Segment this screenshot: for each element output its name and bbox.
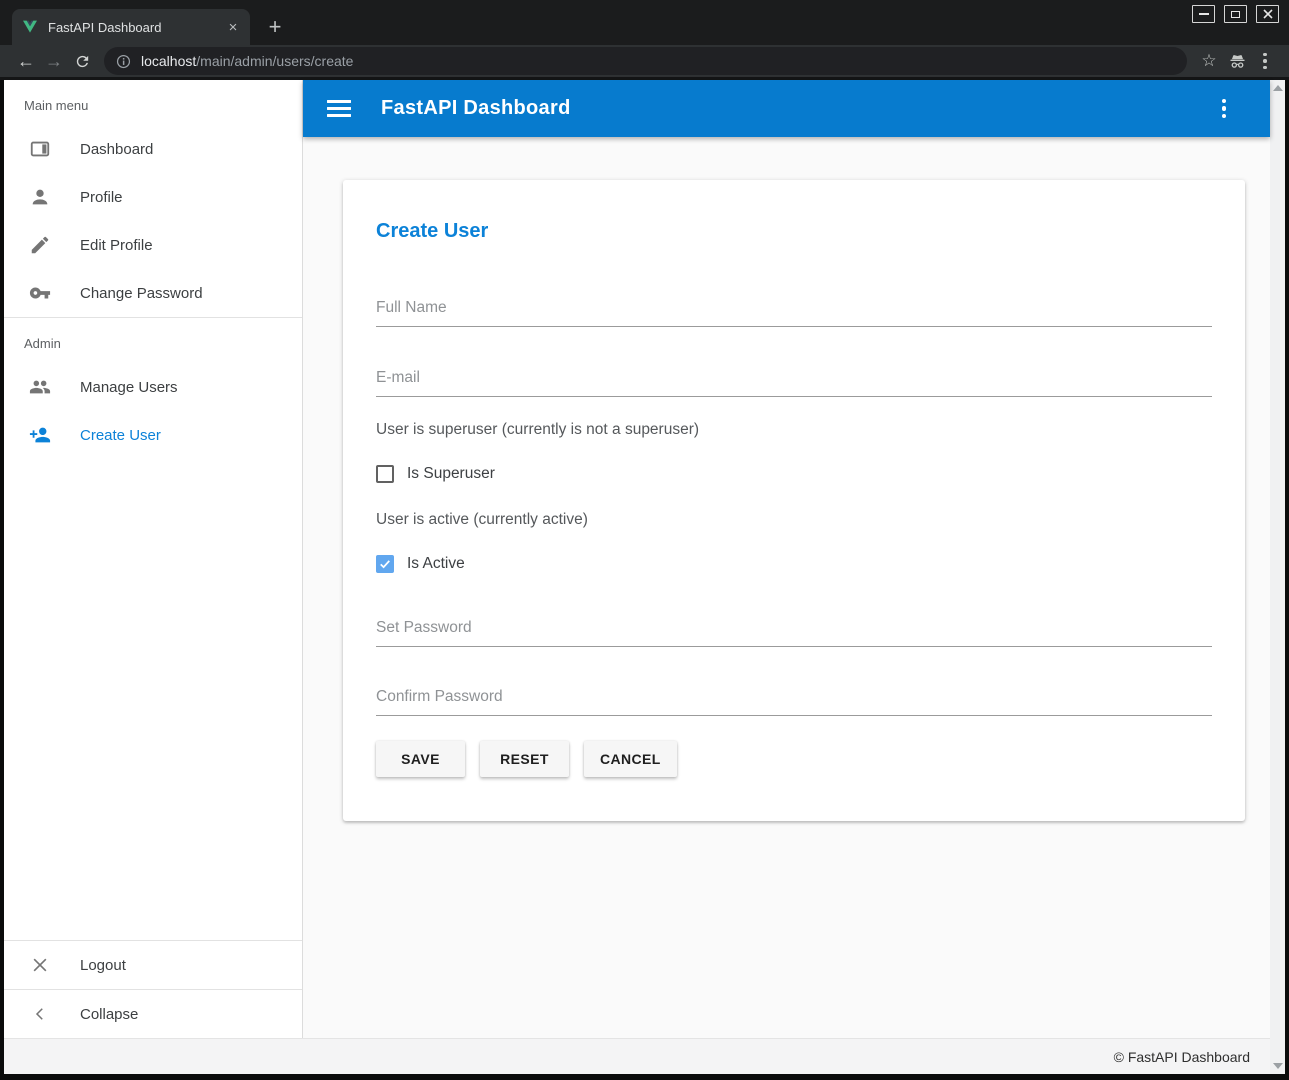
forward-button[interactable]: → (40, 47, 68, 75)
hamburger-menu-icon[interactable] (327, 100, 351, 117)
email-input[interactable] (376, 369, 1212, 397)
set-password-input[interactable] (376, 619, 1212, 647)
scroll-up-icon[interactable] (1273, 85, 1283, 91)
app-bar: FastAPI Dashboard (303, 80, 1270, 137)
email-field-wrap (376, 369, 1212, 397)
sidebar-item-label: Edit Profile (80, 237, 153, 254)
scroll-down-icon[interactable] (1273, 1063, 1283, 1069)
set-password-field-wrap (376, 619, 1212, 647)
copyright-text: © FastAPI Dashboard (1114, 1049, 1250, 1065)
tab-strip: FastAPI Dashboard × + (0, 0, 1289, 45)
bookmark-star-icon[interactable]: ☆ (1195, 47, 1223, 75)
key-icon (28, 282, 52, 304)
chevron-left-icon (28, 1005, 52, 1023)
cancel-button[interactable]: CANCEL (584, 741, 677, 777)
minimize-button[interactable] (1192, 5, 1215, 23)
is-superuser-label[interactable]: Is Superuser (407, 465, 495, 483)
main-area: FastAPI Dashboard Create User User is su… (303, 80, 1270, 1038)
sidebar-item-logout[interactable]: Logout (4, 941, 302, 989)
sidebar-item-collapse[interactable]: Collapse (4, 990, 302, 1038)
reload-button[interactable] (68, 47, 96, 75)
pencil-icon (28, 234, 52, 256)
active-checkbox-row: Is Active (376, 555, 1212, 573)
person-add-icon (28, 424, 52, 446)
superuser-hint: User is superuser (currently is not a su… (376, 421, 1212, 439)
kebab-icon (1263, 53, 1267, 70)
reset-button[interactable]: RESET (480, 741, 569, 777)
maximize-button[interactable] (1224, 5, 1247, 23)
sidebar-item-label: Change Password (80, 285, 203, 302)
superuser-checkbox-row: Is Superuser (376, 465, 1212, 483)
close-window-button[interactable] (1256, 5, 1279, 23)
browser-window: FastAPI Dashboard × + ← → (0, 0, 1289, 1080)
appbar-title: FastAPI Dashboard (381, 97, 571, 120)
reload-icon (74, 53, 91, 70)
close-icon (1263, 9, 1273, 19)
is-active-label[interactable]: Is Active (407, 555, 465, 573)
tab-close-icon[interactable]: × (224, 18, 242, 36)
save-button[interactable]: SAVE (376, 741, 465, 777)
page: Main menu Dashboard (4, 80, 1285, 1074)
sidebar: Main menu Dashboard (4, 80, 303, 1038)
window-controls (1192, 5, 1279, 23)
new-tab-button[interactable]: + (260, 12, 290, 42)
sidebar-item-manage-users[interactable]: Manage Users (4, 363, 302, 411)
tab-title: FastAPI Dashboard (48, 20, 224, 35)
browser-toolbar: ← → localhost/main/admin/users/create ☆ (0, 45, 1289, 80)
logout-x-icon (28, 955, 52, 975)
site-info-icon[interactable] (116, 54, 131, 69)
full-name-field-wrap (376, 299, 1212, 327)
back-button[interactable]: ← (12, 47, 40, 75)
form-buttons: SAVE RESET CANCEL (376, 741, 1212, 777)
person-icon (28, 186, 52, 208)
people-icon (28, 376, 52, 398)
vertical-scrollbar[interactable] (1270, 80, 1285, 1074)
dashboard-icon (28, 138, 52, 160)
checkmark-icon (378, 557, 392, 571)
browser-menu-button[interactable] (1251, 47, 1279, 75)
admin-section-label: Admin (4, 318, 302, 363)
vue-logo-icon (22, 19, 38, 35)
maximize-icon (1231, 11, 1240, 18)
content-area: Create User User is superuser (currently… (303, 137, 1270, 1038)
create-user-card: Create User User is superuser (currently… (343, 180, 1245, 821)
minimize-icon (1199, 13, 1209, 15)
full-name-input[interactable] (376, 299, 1212, 327)
sidebar-item-label: Dashboard (80, 141, 153, 158)
confirm-password-field-wrap (376, 688, 1212, 716)
sidebar-item-label: Logout (80, 957, 126, 974)
url-host: localhost (141, 53, 196, 69)
is-active-checkbox[interactable] (376, 555, 394, 573)
sidebar-item-label: Profile (80, 189, 123, 206)
sidebar-item-dashboard[interactable]: Dashboard (4, 125, 302, 173)
is-superuser-checkbox[interactable] (376, 465, 394, 483)
active-hint: User is active (currently active) (376, 511, 1212, 529)
confirm-password-input[interactable] (376, 688, 1212, 716)
sidebar-item-change-password[interactable]: Change Password (4, 269, 302, 317)
appbar-menu-button[interactable] (1222, 99, 1227, 119)
browser-tab[interactable]: FastAPI Dashboard × (12, 9, 250, 45)
sidebar-bottom: Logout Collapse (4, 940, 302, 1038)
sidebar-item-label: Create User (80, 427, 161, 444)
sidebar-item-profile[interactable]: Profile (4, 173, 302, 221)
sidebar-item-edit-profile[interactable]: Edit Profile (4, 221, 302, 269)
sidebar-item-label: Collapse (80, 1006, 138, 1023)
page-footer: © FastAPI Dashboard (4, 1038, 1285, 1074)
address-bar[interactable]: localhost/main/admin/users/create (104, 47, 1187, 75)
main-menu-label: Main menu (4, 80, 302, 125)
sidebar-item-label: Manage Users (80, 379, 178, 396)
form-title: Create User (376, 220, 1212, 243)
sidebar-item-create-user[interactable]: Create User (4, 411, 302, 459)
url-path: /main/admin/users/create (196, 53, 353, 69)
incognito-icon (1223, 47, 1251, 75)
